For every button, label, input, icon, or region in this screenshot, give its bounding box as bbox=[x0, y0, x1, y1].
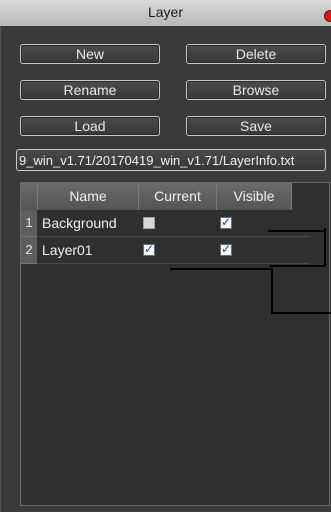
row-divider bbox=[37, 263, 309, 264]
title-bar[interactable]: Layer bbox=[0, 0, 331, 27]
visible-checkbox[interactable] bbox=[220, 242, 232, 256]
current-checkbox[interactable] bbox=[143, 217, 155, 229]
window-title: Layer bbox=[147, 4, 184, 20]
new-button[interactable]: New bbox=[20, 44, 160, 64]
annotation-line bbox=[268, 230, 324, 232]
row-number[interactable]: 2 bbox=[21, 237, 37, 264]
close-dot-icon[interactable] bbox=[324, 10, 331, 22]
delete-button[interactable]: Delete bbox=[186, 44, 326, 64]
row-number[interactable]: 1 bbox=[21, 210, 37, 237]
load-button[interactable]: Load bbox=[20, 116, 160, 136]
column-header-name[interactable]: Name bbox=[38, 183, 139, 210]
table-corner-header bbox=[21, 183, 38, 210]
annotation-line bbox=[271, 312, 331, 314]
annotation-line bbox=[271, 268, 273, 313]
column-header-visible[interactable]: Visible bbox=[217, 183, 292, 210]
rename-button[interactable]: Rename bbox=[20, 80, 160, 100]
column-header-current[interactable]: Current bbox=[139, 183, 217, 210]
annotation-line bbox=[170, 268, 272, 270]
current-checkbox[interactable] bbox=[143, 242, 155, 256]
visible-checkbox[interactable] bbox=[220, 215, 232, 229]
layer-name-cell[interactable]: Background bbox=[42, 210, 117, 236]
annotation-line bbox=[324, 228, 326, 267]
save-button[interactable]: Save bbox=[186, 116, 326, 136]
file-path-field[interactable]: 9_win_v1.71/20170419_win_v1.71/LayerInfo… bbox=[16, 149, 326, 171]
browse-button[interactable]: Browse bbox=[186, 80, 326, 100]
annotation-line bbox=[270, 265, 324, 267]
layer-name-cell[interactable]: Layer01 bbox=[42, 237, 93, 263]
